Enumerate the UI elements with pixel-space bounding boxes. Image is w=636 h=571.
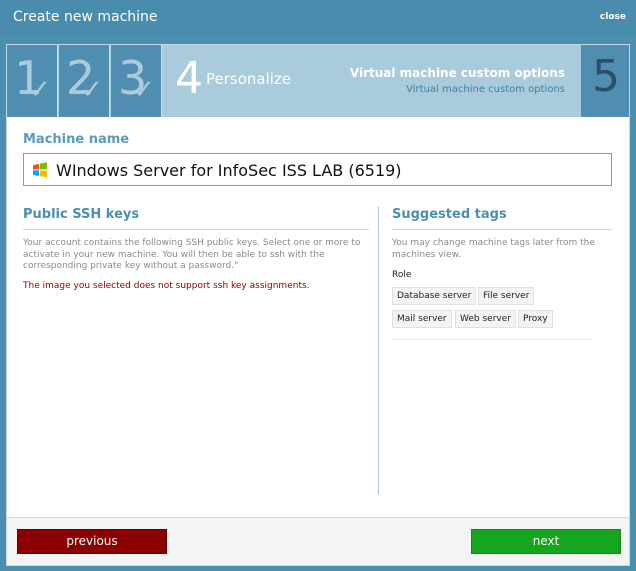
close-button[interactable]: close bbox=[600, 12, 626, 22]
step-label: Personalize bbox=[206, 70, 292, 88]
step-4-current: 4 Personalize Virtual machine custom opt… bbox=[163, 45, 581, 117]
tags-bottom-divider bbox=[392, 339, 592, 340]
step-description-title: Virtual machine custom options bbox=[349, 66, 565, 80]
tag-database-server[interactable]: Database server bbox=[392, 287, 477, 305]
tag-group-label: Role bbox=[392, 270, 412, 280]
tags-divider bbox=[392, 229, 612, 230]
machine-name-field bbox=[23, 153, 612, 186]
windows-logo-icon bbox=[33, 162, 47, 178]
ssh-keys-heading: Public SSH keys bbox=[23, 207, 140, 222]
ssh-unsupported-warning: The image you selected does not support … bbox=[23, 281, 310, 291]
tag-web-server[interactable]: Web server bbox=[455, 310, 516, 328]
checkmark-icon: ✓ bbox=[133, 75, 155, 105]
dialog-titlebar: Create new machine close bbox=[0, 0, 636, 36]
wizard-panel: 1 ✓ 2 ✓ 3 ✓ 4 Personalize Virtual machin… bbox=[6, 44, 630, 566]
step-1[interactable]: 1 ✓ bbox=[7, 45, 58, 117]
tag-mail-server[interactable]: Mail server bbox=[392, 310, 452, 328]
tag-proxy[interactable]: Proxy bbox=[518, 310, 553, 328]
wizard-steps: 1 ✓ 2 ✓ 3 ✓ 4 Personalize Virtual machin… bbox=[7, 45, 629, 117]
machine-name-input[interactable] bbox=[56, 158, 604, 182]
suggested-tags-description: You may change machine tags later from t… bbox=[392, 238, 595, 260]
wizard-footer: previous next bbox=[7, 517, 629, 565]
dialog-title: Create new machine bbox=[13, 9, 158, 25]
tag-file-server[interactable]: File server bbox=[478, 287, 535, 305]
suggested-tags-heading: Suggested tags bbox=[392, 207, 507, 222]
step-2[interactable]: 2 ✓ bbox=[59, 45, 110, 117]
previous-button[interactable]: previous bbox=[17, 529, 167, 554]
step-5: 5 bbox=[581, 45, 629, 117]
step-number: 5 bbox=[592, 51, 620, 102]
step-number: 4 bbox=[175, 53, 203, 104]
machine-name-label: Machine name bbox=[23, 132, 130, 147]
step-description-subtitle: Virtual machine custom options bbox=[406, 84, 565, 95]
ssh-divider bbox=[23, 229, 369, 230]
column-divider bbox=[378, 207, 379, 495]
create-machine-dialog: Create new machine close 1 ✓ 2 ✓ 3 ✓ 4 P… bbox=[0, 0, 636, 571]
checkmark-icon: ✓ bbox=[81, 75, 103, 105]
checkmark-icon: ✓ bbox=[29, 75, 51, 105]
next-button[interactable]: next bbox=[471, 529, 621, 554]
step-3[interactable]: 3 ✓ bbox=[111, 45, 162, 117]
ssh-keys-description: Your account contains the following SSH … bbox=[23, 238, 361, 271]
